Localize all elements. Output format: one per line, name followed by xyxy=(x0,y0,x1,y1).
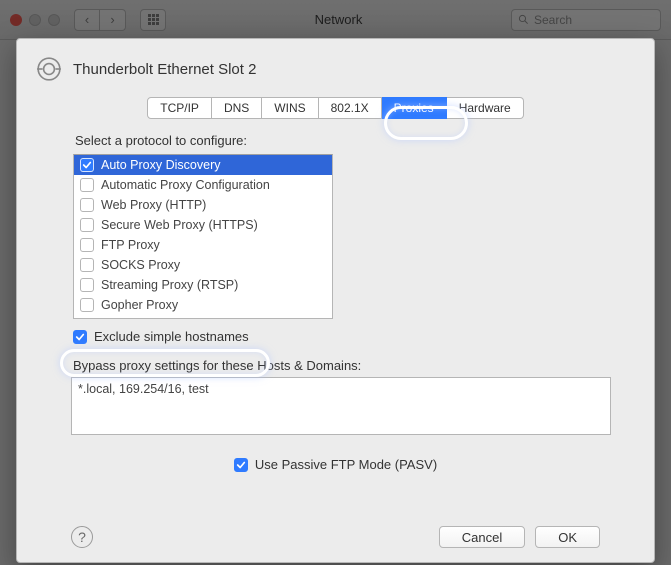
tab-proxies[interactable]: Proxies xyxy=(382,97,447,119)
proxies-panel: Select a protocol to configure: Auto Pro… xyxy=(35,133,636,548)
checkbox-icon xyxy=(234,458,248,472)
nav-back-forward: ‹ › xyxy=(74,9,126,31)
protocol-row[interactable]: Gopher Proxy xyxy=(74,295,332,315)
thunderbolt-icon xyxy=(35,55,63,83)
advanced-sheet: Thunderbolt Ethernet Slot 2 TCP/IPDNSWIN… xyxy=(16,38,655,563)
sheet-title: Thunderbolt Ethernet Slot 2 xyxy=(73,61,256,78)
help-button[interactable]: ? xyxy=(71,526,93,548)
search-field[interactable]: Search xyxy=(511,9,661,31)
checkbox-icon xyxy=(73,330,87,344)
titlebar: ‹ › Network Search xyxy=(0,0,671,40)
zoom-window-button[interactable] xyxy=(48,14,60,26)
passive-ftp-label: Use Passive FTP Mode (PASV) xyxy=(255,457,437,472)
cancel-button[interactable]: Cancel xyxy=(439,526,525,548)
checkbox-icon xyxy=(80,258,94,272)
protocol-label: SOCKS Proxy xyxy=(101,258,180,272)
checkbox-icon xyxy=(80,298,94,312)
exclude-simple-label: Exclude simple hostnames xyxy=(94,329,249,344)
tab-hardware[interactable]: Hardware xyxy=(447,97,524,119)
protocol-row[interactable]: Secure Web Proxy (HTTPS) xyxy=(74,215,332,235)
protocol-label: Streaming Proxy (RTSP) xyxy=(101,278,238,292)
tab-802-1x[interactable]: 802.1X xyxy=(319,97,382,119)
protocol-row[interactable]: Automatic Proxy Configuration xyxy=(74,175,332,195)
protocol-label: FTP Proxy xyxy=(101,238,160,252)
search-icon xyxy=(518,14,529,25)
protocol-label: Secure Web Proxy (HTTPS) xyxy=(101,218,258,232)
protocol-label: Gopher Proxy xyxy=(101,298,178,312)
protocol-label: Select a protocol to configure: xyxy=(75,133,600,148)
tab-bar: TCP/IPDNSWINS802.1XProxiesHardware xyxy=(147,97,523,119)
sheet-footer: ? Cancel OK xyxy=(71,526,600,548)
tab-wins[interactable]: WINS xyxy=(262,97,318,119)
close-window-button[interactable] xyxy=(10,14,22,26)
protocol-label: Web Proxy (HTTP) xyxy=(101,198,206,212)
protocol-label: Automatic Proxy Configuration xyxy=(101,178,270,192)
ok-button[interactable]: OK xyxy=(535,526,600,548)
protocol-label: Auto Proxy Discovery xyxy=(101,158,220,172)
minimize-window-button[interactable] xyxy=(29,14,41,26)
checkbox-icon xyxy=(80,198,94,212)
protocol-row[interactable]: Streaming Proxy (RTSP) xyxy=(74,275,332,295)
protocol-row[interactable]: Auto Proxy Discovery xyxy=(74,155,332,175)
forward-button[interactable]: › xyxy=(100,9,126,31)
sheet-header: Thunderbolt Ethernet Slot 2 xyxy=(35,55,636,83)
bypass-hosts-value: *.local, 169.254/16, test xyxy=(78,382,209,396)
window-title: Network xyxy=(174,12,503,27)
grid-icon xyxy=(148,14,159,25)
protocol-row[interactable]: SOCKS Proxy xyxy=(74,255,332,275)
checkbox-icon xyxy=(80,278,94,292)
back-button[interactable]: ‹ xyxy=(74,9,100,31)
protocol-row[interactable]: Web Proxy (HTTP) xyxy=(74,195,332,215)
help-glyph: ? xyxy=(78,529,86,545)
checkbox-icon xyxy=(80,218,94,232)
bypass-label: Bypass proxy settings for these Hosts & … xyxy=(73,358,598,373)
tab-tcp-ip[interactable]: TCP/IP xyxy=(147,97,212,119)
protocol-row[interactable]: FTP Proxy xyxy=(74,235,332,255)
passive-ftp-checkbox[interactable]: Use Passive FTP Mode (PASV) xyxy=(71,457,600,472)
checkbox-icon xyxy=(80,238,94,252)
window-controls xyxy=(10,14,60,26)
exclude-simple-hostnames-checkbox[interactable]: Exclude simple hostnames xyxy=(73,329,598,344)
checkbox-icon xyxy=(80,178,94,192)
checkbox-icon xyxy=(80,158,94,172)
tab-dns[interactable]: DNS xyxy=(212,97,262,119)
search-placeholder: Search xyxy=(534,13,572,27)
bypass-hosts-field[interactable]: *.local, 169.254/16, test xyxy=(71,377,611,435)
show-all-button[interactable] xyxy=(140,9,166,31)
protocol-list[interactable]: Auto Proxy Discovery Automatic Proxy Conf… xyxy=(73,154,333,319)
